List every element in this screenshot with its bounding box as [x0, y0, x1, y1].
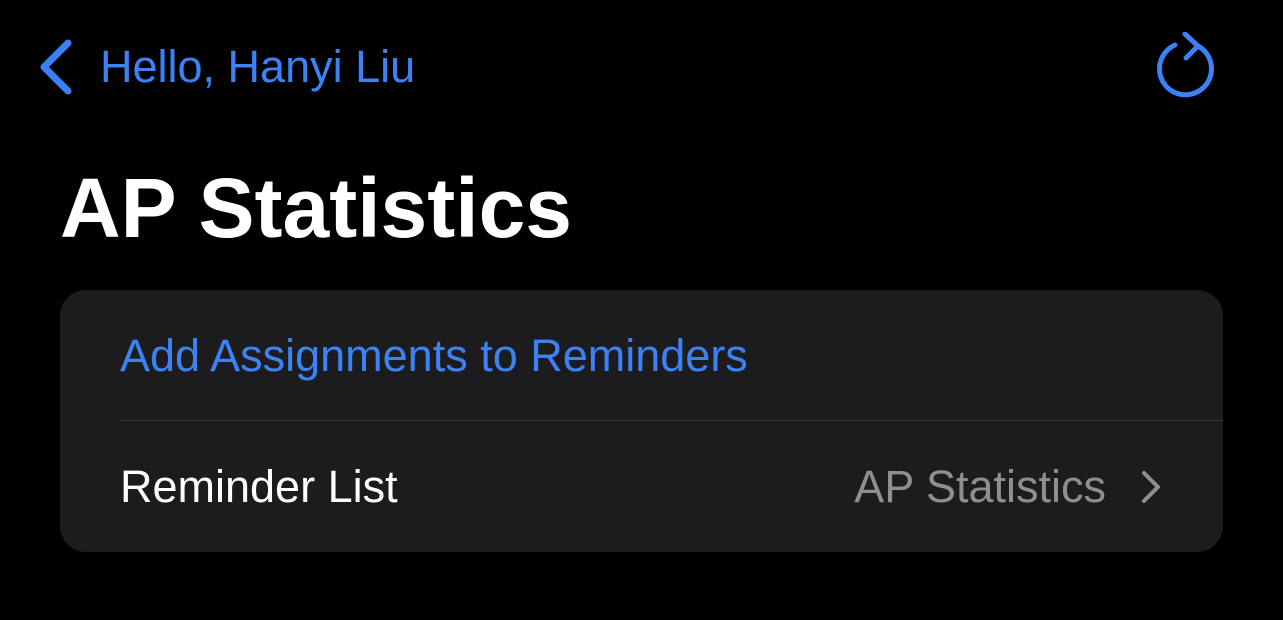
screen: Hello, Hanyi Liu AP Statistics Add Assig… [0, 0, 1283, 620]
refresh-icon [1152, 32, 1224, 104]
add-assignments-label: Add Assignments to Reminders [120, 330, 748, 381]
chevron-left-icon [36, 35, 76, 99]
settings-group: Add Assignments to Reminders Reminder Li… [60, 290, 1223, 552]
refresh-button[interactable] [1152, 32, 1224, 104]
add-assignments-button[interactable]: Add Assignments to Reminders [60, 290, 1223, 421]
navigation-bar: Hello, Hanyi Liu [0, 0, 1283, 135]
reminder-list-label: Reminder List [120, 461, 398, 512]
back-button-label: Hello, Hanyi Liu [100, 41, 416, 92]
chevron-right-icon [1138, 468, 1164, 506]
reminder-list-row[interactable]: Reminder List AP Statistics [60, 421, 1223, 552]
page-title: AP Statistics [60, 161, 572, 255]
reminder-list-value: AP Statistics [854, 461, 1106, 512]
back-button[interactable]: Hello, Hanyi Liu [36, 32, 415, 102]
